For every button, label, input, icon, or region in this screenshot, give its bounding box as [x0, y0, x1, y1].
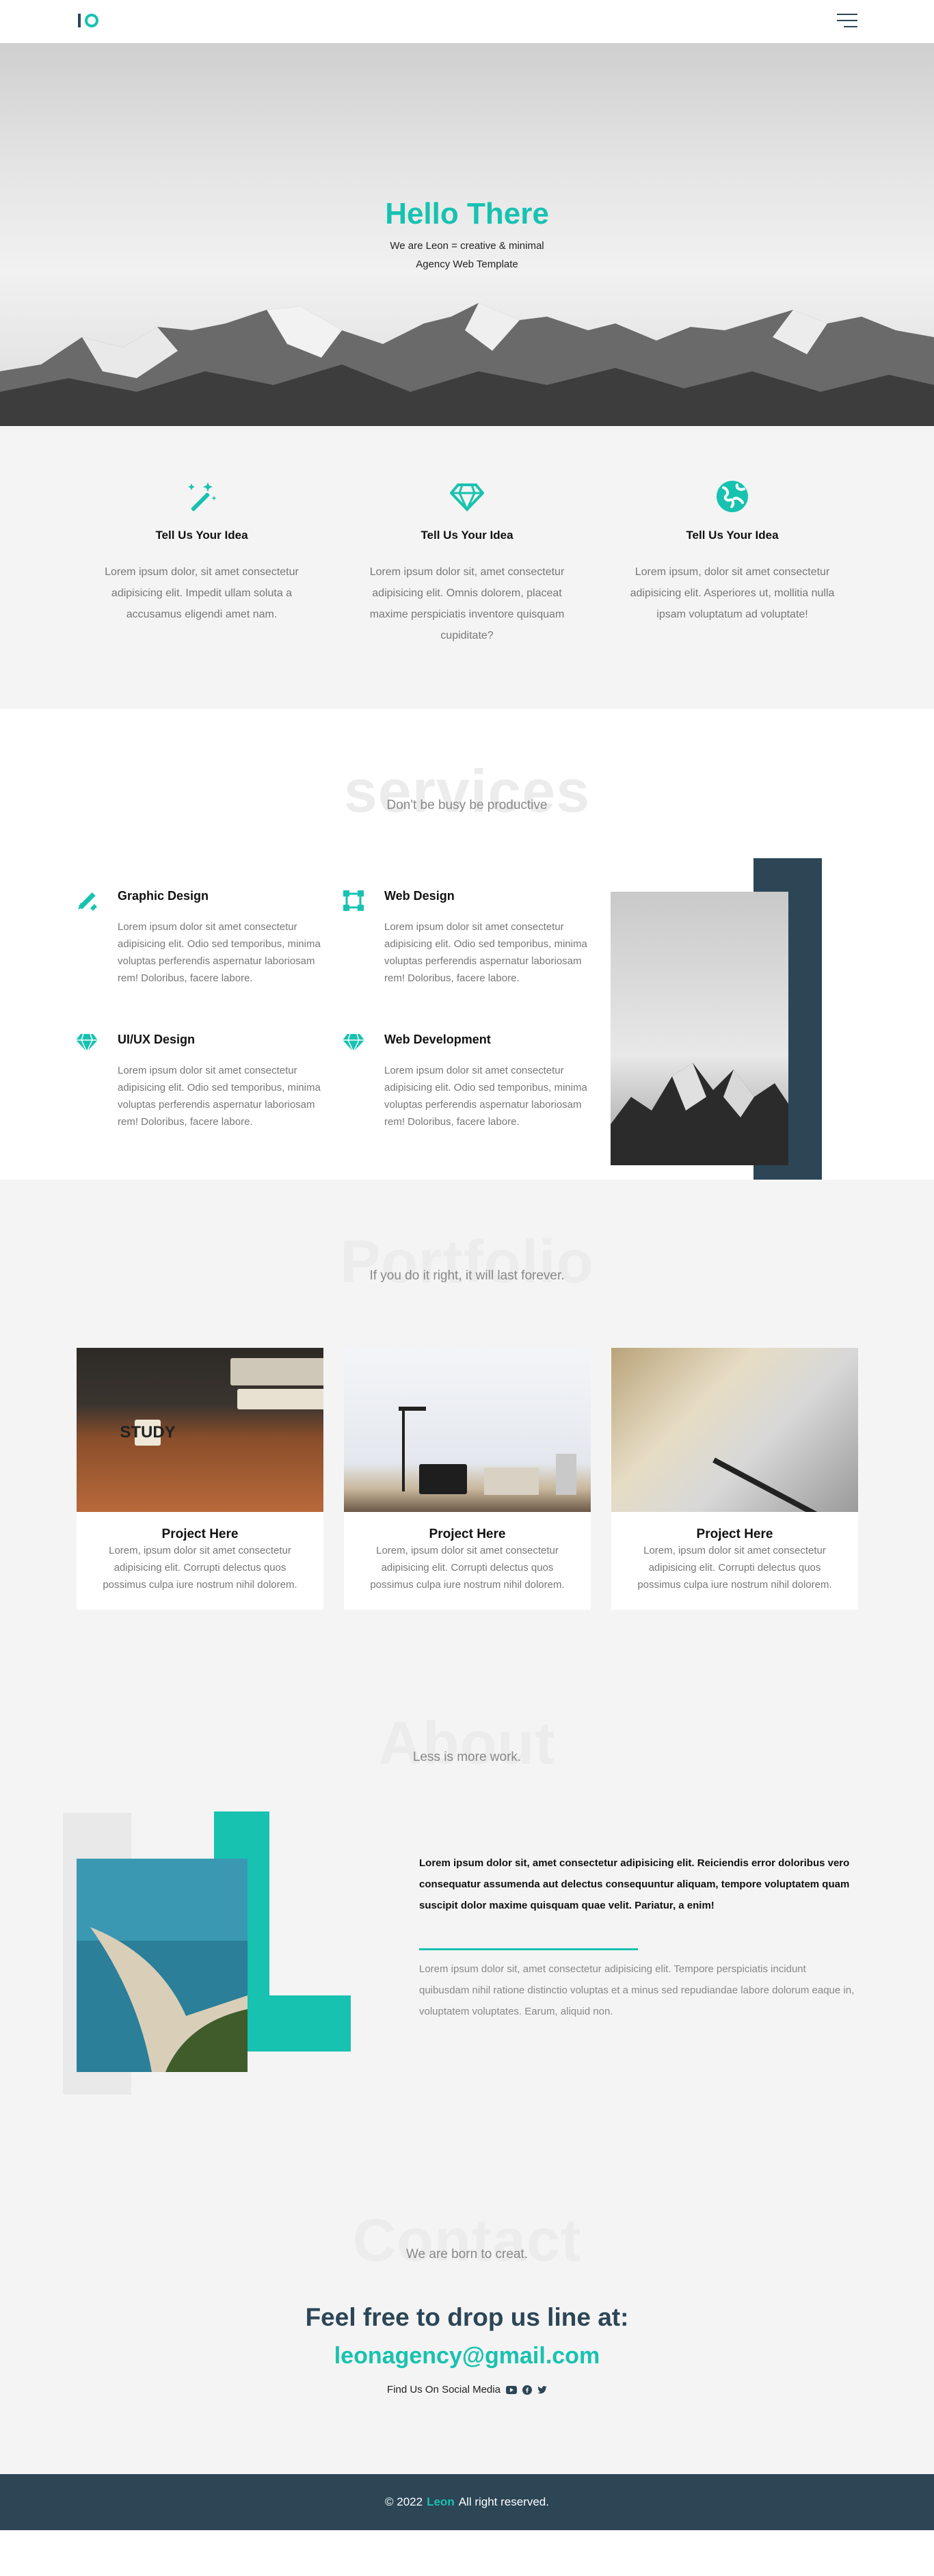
contact-big-title: Contact: [352, 2206, 582, 2274]
hero-subtitle-line2: Agency Web Template: [416, 258, 518, 270]
portfolio-section: Portfolio If you do it right, it will la…: [0, 1180, 934, 1709]
project-text: Lorem, ipsum dolor sit amet consectetur …: [103, 1545, 297, 1591]
contact-email-link[interactable]: leonagency@gmail.com: [0, 2343, 934, 2369]
portfolio-big-title: Portfolio: [340, 1227, 594, 1295]
about-big-title: About: [378, 1709, 556, 1777]
pen-ruler-icon: [78, 892, 97, 911]
diamond-icon: [343, 1033, 364, 1053]
vector-square-icon: [343, 890, 364, 911]
project-card[interactable]: STUDY Project Here Lorem, ipsum dolor si…: [77, 1348, 323, 1610]
hero-text: Hello There We are Leon = creative & min…: [0, 197, 934, 274]
service-text: Lorem ipsum dolor sit amet consectetur a…: [118, 1065, 321, 1128]
project-card[interactable]: Project Here Lorem, ipsum dolor sit amet…: [611, 1348, 858, 1610]
project-text: Lorem, ipsum dolor sit amet consectetur …: [370, 1545, 565, 1591]
contact-subtitle: We are born to creat.: [405, 2247, 529, 2261]
services-subtitle: Don't be busy be productive: [386, 798, 548, 812]
footer: © 2022 Leon All right reserved.: [0, 2474, 934, 2530]
project-image-notebook: [611, 1348, 858, 1512]
hero-title: Hello There: [385, 197, 549, 230]
contact-heading: Contact We are born to creat.: [0, 2206, 934, 2288]
about-bold-text: Lorem ipsum dolor sit, amet consectetur …: [419, 1857, 850, 1911]
about-heading: About Less is more work.: [0, 1709, 934, 1791]
magic-wand-icon: [92, 478, 312, 515]
navbar: [0, 0, 934, 43]
social-row: Find Us On Social Media: [0, 2384, 934, 2395]
portfolio-cards: STUDY Project Here Lorem, ipsum dolor si…: [77, 1348, 858, 1610]
about-beach-image: [77, 1859, 248, 2072]
service-title: UI/UX Design: [118, 1033, 196, 1046]
service-text: Lorem ipsum dolor sit amet consectetur a…: [384, 1065, 587, 1128]
feature-card: Tell Us Your Idea Lorem ipsum dolor sit,…: [357, 478, 577, 709]
mountain-range-image: [0, 303, 934, 426]
project-title: Project Here: [161, 1527, 239, 1541]
project-title: Project Here: [696, 1527, 773, 1541]
project-title: Project Here: [429, 1527, 506, 1541]
logo-bar: [78, 14, 81, 27]
services-big-title: services: [343, 757, 591, 825]
about-text: Lorem ipsum dolor sit, amet consectetur …: [419, 1963, 855, 2017]
feature-title: Tell Us Your Idea: [421, 529, 513, 542]
service-text: Lorem ipsum dolor sit amet consectetur a…: [384, 921, 587, 984]
logo-ring: [85, 14, 98, 27]
service-title: Graphic Design: [118, 889, 209, 903]
hamburger-menu-icon[interactable]: [837, 14, 857, 29]
portfolio-subtitle: If you do it right, it will last forever…: [369, 1269, 565, 1283]
facebook-icon[interactable]: [522, 2385, 532, 2395]
hero-subtitle-line1: We are Leon = creative & minimal: [390, 240, 544, 252]
social-label: Find Us On Social Media: [387, 2384, 501, 2395]
feature-text: Lorem ipsum dolor, sit amet consectetur …: [105, 566, 299, 620]
globe-icon: [622, 478, 842, 515]
feature-card: Tell Us Your Idea Lorem ipsum dolor, sit…: [92, 478, 312, 709]
contact-heading-text: Feel free to drop us line at:: [305, 2303, 629, 2331]
service-title: Web Development: [384, 1033, 491, 1046]
project-image-desk: [344, 1348, 591, 1512]
contact-section: Contact We are born to creat. Feel free …: [0, 2117, 934, 2474]
service-text: Lorem ipsum dolor sit amet consectetur a…: [118, 921, 321, 984]
services-heading: services Don't be busy be productive: [0, 757, 934, 839]
footer-copyright: © 2022: [385, 2495, 423, 2508]
study-blocks: STUDY: [120, 1420, 176, 1446]
footer-rights: All right reserved.: [458, 2495, 549, 2508]
service-title: Web Design: [384, 889, 455, 903]
diamond-icon: [357, 478, 577, 515]
logo[interactable]: [78, 14, 98, 27]
services-section: services Don't be busy be productive Gra…: [0, 709, 934, 1180]
services-mountain-image: [611, 892, 788, 1165]
features-section: Tell Us Your Idea Lorem ipsum dolor, sit…: [0, 426, 934, 709]
youtube-icon[interactable]: [505, 2385, 517, 2394]
twitter-icon[interactable]: [537, 2385, 547, 2394]
project-card[interactable]: Project Here Lorem, ipsum dolor sit amet…: [344, 1348, 591, 1610]
feature-title: Tell Us Your Idea: [686, 529, 779, 542]
feature-text: Lorem ipsum, dolor sit amet consectetur …: [630, 566, 835, 620]
diamond-icon: [76, 1033, 98, 1053]
feature-title: Tell Us Your Idea: [155, 529, 248, 542]
feature-text: Lorem ipsum dolor sit, amet consectetur …: [369, 566, 565, 641]
about-section: About Less is more work. Lorem ipsum dol…: [0, 1709, 934, 2117]
project-text: Lorem, ipsum dolor sit amet consectetur …: [637, 1545, 832, 1591]
about-subtitle: Less is more work.: [412, 1750, 522, 1764]
portfolio-heading: Portfolio If you do it right, it will la…: [0, 1227, 934, 1310]
hero-subtitle: We are Leon = creative & minimal Agency …: [0, 237, 934, 274]
project-image-study: STUDY: [77, 1348, 323, 1512]
feature-card: Tell Us Your Idea Lorem ipsum, dolor sit…: [622, 478, 842, 709]
footer-brand-link[interactable]: Leon: [427, 2495, 455, 2509]
about-divider: [419, 1948, 638, 1950]
hero-section: Hello There We are Leon = creative & min…: [0, 43, 934, 426]
